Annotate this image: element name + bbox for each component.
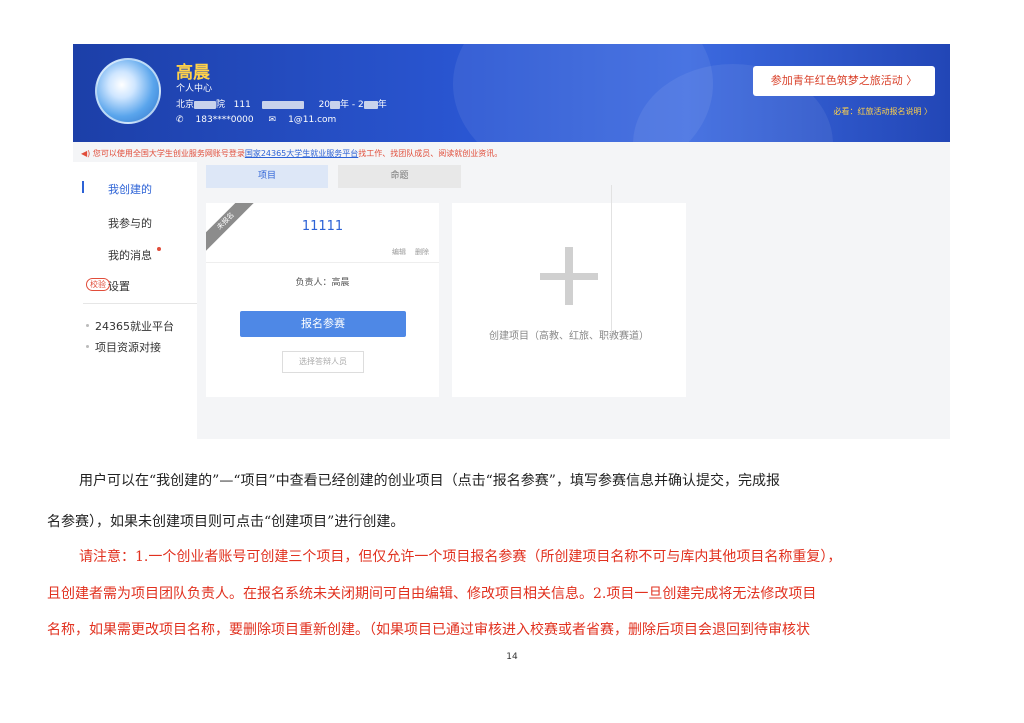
sidebar-link-resources[interactable]: 项目资源对接 bbox=[95, 339, 161, 355]
text-line: 请注意：1.一个创业者账号可创建三个项目，但仅允许一个项目报名参赛（所创建项目名… bbox=[79, 549, 842, 565]
redaction bbox=[363, 100, 378, 109]
school-suffix: 院 bbox=[216, 100, 226, 110]
email-icon: ✉ bbox=[268, 115, 277, 125]
year-from: 20 bbox=[318, 100, 331, 110]
email-address: 1@11.com bbox=[288, 115, 337, 125]
redaction bbox=[330, 100, 341, 109]
text-line: 且创建者需为项目团队负责人。在报名系统未关闭期间可自由编辑、修改项目相关信息。2… bbox=[47, 586, 817, 602]
plus-icon bbox=[565, 247, 573, 305]
unread-dot bbox=[157, 247, 161, 251]
text-line: 名称，如果需更改项目名称，要删除项目重新创建。（如果项目已通过审核进入校赛或者省… bbox=[47, 622, 810, 638]
edit-link[interactable]: 编辑 bbox=[392, 248, 406, 256]
notice-prefix: 您可以使用全国大学生创业服务网账号登录 bbox=[92, 149, 245, 158]
card-divider bbox=[206, 262, 439, 263]
notice-bar: ◀) 您可以使用全国大学生创业服务网账号登录国家24365大学生就业服务平台找工… bbox=[81, 148, 502, 159]
join-button-label: 参加青年红色筑梦之旅活动 bbox=[770, 74, 903, 87]
phone-icon: ✆ bbox=[176, 115, 184, 125]
personal-center-label: 个人中心 bbox=[176, 84, 213, 94]
signup-button[interactable]: 报名参赛 bbox=[240, 311, 406, 337]
sidebar-item-my-messages[interactable]: 我的消息 bbox=[108, 247, 152, 263]
join-red-tour-button[interactable]: 参加青年红色筑梦之旅活动 〉 bbox=[753, 66, 935, 96]
avatar[interactable] bbox=[95, 58, 161, 124]
notice-suffix: 找工作、找团队成员、阅读就创业资讯。 bbox=[358, 149, 503, 158]
chevron-right-icon: 〉 bbox=[906, 74, 918, 87]
phone-number: 183****0000 bbox=[195, 115, 254, 125]
select-defender-button[interactable]: 选择答辩人员 bbox=[282, 351, 364, 373]
year-suffix: 年 bbox=[377, 100, 387, 110]
tab-proposition[interactable]: 命题 bbox=[338, 165, 461, 188]
screenshot-frame: 高晨 个人中心 北京 院 111 20 年 - 2 年 ✆ 183****0000 ✉ 1… bbox=[73, 44, 950, 439]
delete-link[interactable]: 删除 bbox=[415, 248, 429, 256]
create-project-card[interactable]: 创建项目（高教、红旅、职教赛道） bbox=[452, 203, 686, 397]
sidebar-item-settings[interactable]: 设置 bbox=[108, 278, 130, 294]
school-code: 111 bbox=[233, 100, 251, 110]
divider-line bbox=[611, 185, 612, 335]
text-line: 用户可以在“我创建的”—“项目”中查看已经创建的创业项目（点击“报名参赛”，填写… bbox=[79, 473, 780, 489]
contact-info: ✆ 183****0000 ✉ 1@11.com bbox=[176, 115, 348, 125]
active-indicator bbox=[82, 181, 84, 193]
sidebar-item-my-joined[interactable]: 我参与的 bbox=[108, 215, 152, 231]
tab-project[interactable]: 项目 bbox=[206, 165, 328, 188]
profile-banner: 高晨 个人中心 北京 院 111 20 年 - 2 年 ✆ 183****0000 ✉ 1… bbox=[73, 44, 950, 142]
create-project-label: 创建项目（高教、红旅、职教赛道） bbox=[489, 331, 649, 342]
verify-badge[interactable]: 校验 bbox=[86, 278, 110, 291]
school-prefix: 北京 bbox=[176, 100, 195, 110]
page-number: 14 bbox=[506, 652, 518, 662]
sidebar-divider bbox=[83, 303, 197, 304]
speaker-icon: ◀) bbox=[81, 149, 91, 158]
sidebar-link-24365[interactable]: 24365就业平台 bbox=[95, 318, 174, 334]
platform-link[interactable]: 国家24365大学生就业服务平台 bbox=[245, 149, 358, 158]
text-line: 名参赛），如果未创建项目则可点击“创建项目”进行创建。 bbox=[47, 514, 405, 530]
user-name: 高晨 bbox=[176, 63, 210, 83]
year-mid: 年 - 2 bbox=[340, 100, 364, 110]
redaction bbox=[262, 100, 305, 109]
bullet-icon bbox=[86, 324, 89, 327]
project-owner: 负责人：高晨 bbox=[295, 278, 350, 288]
school-info: 北京 院 111 20 年 - 2 年 bbox=[176, 97, 387, 110]
redaction bbox=[194, 100, 217, 109]
project-name[interactable]: 11111 bbox=[206, 219, 439, 234]
bullet-icon bbox=[86, 345, 89, 348]
sidebar-item-my-created[interactable]: 我创建的 bbox=[108, 181, 152, 197]
project-card: 未报名 11111 编辑 删除 负责人：高晨 报名参赛 选择答辩人员 bbox=[206, 203, 439, 397]
must-read-link[interactable]: 必看：红旅活动报名说明 〉 bbox=[833, 106, 932, 117]
sidebar: 我创建的 我参与的 我的消息 校验 设置 24365就业平台 项目资源对接 bbox=[73, 162, 197, 439]
card-actions: 编辑 删除 bbox=[383, 247, 429, 257]
